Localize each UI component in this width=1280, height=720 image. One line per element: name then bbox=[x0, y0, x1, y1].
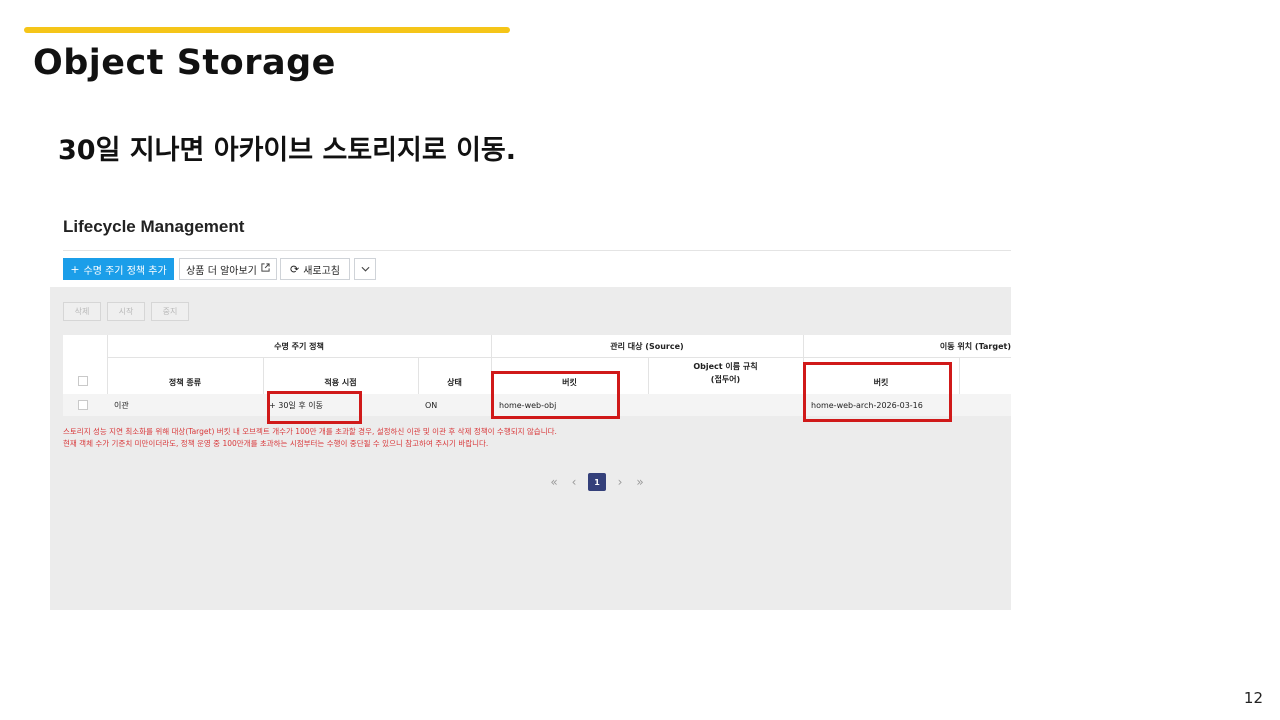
delete-button[interactable]: 삭제 bbox=[63, 302, 101, 321]
divider bbox=[63, 250, 1011, 251]
page-number: 12 bbox=[1243, 689, 1263, 707]
slide-subtitle: 30일 지나면 아카이브 스토리지로 이동. bbox=[58, 135, 517, 166]
page-title: Lifecycle Management bbox=[63, 217, 245, 236]
cell-status: ON bbox=[425, 400, 438, 410]
column-header-apply-time: 적용 시점 bbox=[324, 377, 357, 387]
more-dropdown-button[interactable] bbox=[354, 258, 376, 280]
highlight-target-bucket bbox=[803, 362, 952, 422]
add-policy-button[interactable]: + 수명 주기 정책 추가 bbox=[63, 258, 174, 280]
refresh-label: 새로고침 bbox=[303, 265, 341, 277]
cell-policy-type: 이관 bbox=[114, 400, 129, 410]
prev-page-icon[interactable]: ‹ bbox=[564, 472, 584, 492]
external-link-icon bbox=[261, 263, 270, 275]
learn-more-button[interactable]: 상품 더 알아보기 bbox=[179, 258, 277, 280]
learn-more-label: 상품 더 알아보기 bbox=[186, 265, 257, 277]
console-header: Lifecycle Management + 수명 주기 정책 추가 상품 더 … bbox=[50, 200, 1011, 287]
column-header-object-rule: Object 이름 규칙 bbox=[693, 361, 758, 371]
row-divider bbox=[107, 357, 1011, 358]
col-divider bbox=[959, 357, 960, 394]
group-header-policy: 수명 주기 정책 bbox=[274, 341, 324, 351]
refresh-button[interactable]: ⟳ 새로고침 bbox=[280, 258, 350, 280]
highlight-source-bucket bbox=[491, 371, 620, 419]
group-header-target: 이동 위치 (Target) bbox=[939, 341, 1011, 351]
start-button[interactable]: 시작 bbox=[107, 302, 145, 321]
group-header-source: 관리 대상 (Source) bbox=[610, 341, 684, 351]
add-policy-label: 수명 주기 정책 추가 bbox=[83, 265, 167, 277]
last-page-icon[interactable]: » bbox=[630, 472, 650, 492]
next-page-icon[interactable]: › bbox=[610, 472, 630, 492]
select-all-checkbox[interactable] bbox=[78, 376, 88, 386]
page-1-button[interactable]: 1 bbox=[588, 473, 606, 491]
highlight-apply-time bbox=[267, 391, 362, 424]
console-body: 삭제 시작 중지 수명 주기 정책 관리 대상 (Source) 이동 위치 (… bbox=[50, 287, 1011, 610]
accent-bar bbox=[24, 27, 510, 33]
warning-note: 스토리지 성능 지연 최소화를 위해 대상(Target) 버킷 내 오브젝트 … bbox=[63, 427, 557, 436]
chevron-down-icon bbox=[361, 264, 370, 275]
column-header-object-rule-sub: (접두어) bbox=[710, 374, 741, 384]
stop-button[interactable]: 중지 bbox=[151, 302, 189, 321]
row-checkbox[interactable] bbox=[78, 400, 88, 410]
first-page-icon[interactable]: « bbox=[544, 472, 564, 492]
column-header-status: 상태 bbox=[447, 377, 462, 387]
slide-title: Object Storage bbox=[33, 43, 336, 83]
warning-note: 현재 객체 수가 기준치 미만이더라도, 정책 운영 중 100만개를 초과하는… bbox=[63, 439, 489, 448]
column-header-policy-type: 정책 종류 bbox=[168, 377, 202, 387]
cell-object-rule bbox=[655, 394, 800, 416]
refresh-icon: ⟳ bbox=[289, 262, 300, 276]
plus-icon: + bbox=[70, 262, 80, 276]
pagination: « ‹ 1 › » bbox=[544, 472, 650, 492]
